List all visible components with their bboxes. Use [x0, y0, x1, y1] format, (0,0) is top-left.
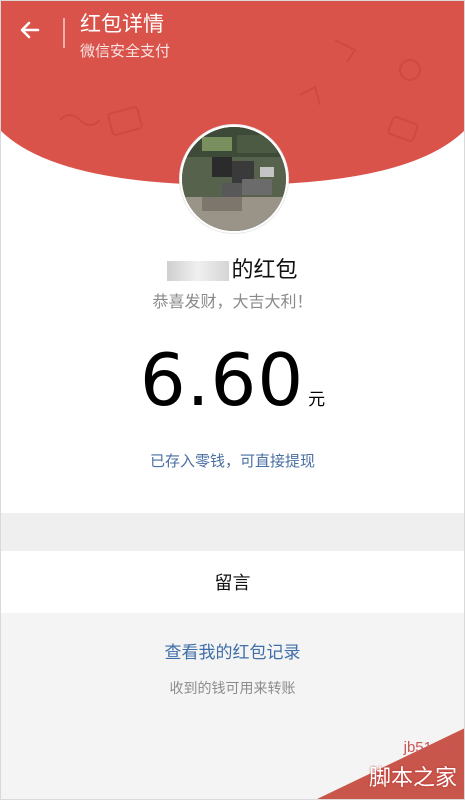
header-divider [63, 18, 65, 48]
watermark: jb51.net 脚本之家 [315, 728, 465, 800]
sender-avatar[interactable] [180, 125, 288, 233]
avatar-image [182, 127, 286, 231]
records-hint: 收到的钱可用来转账 [169, 681, 296, 697]
page-title: 红包详情 [80, 12, 164, 36]
amount-value: 6.60 [139, 338, 305, 422]
sender-suffix: 的红包 [231, 258, 298, 283]
arrow-left-icon [20, 21, 40, 39]
message-button[interactable]: 留言 [0, 551, 465, 613]
currency-unit: 元 [308, 390, 326, 410]
watermark-text: 脚本之家 [368, 766, 457, 791]
back-button[interactable] [18, 18, 52, 52]
watermark-site: jb51.net [403, 739, 457, 756]
stored-change-link[interactable]: 已存入零钱，可直接提现 [0, 450, 465, 471]
page-subtitle: 微信安全支付 [80, 42, 171, 60]
view-records-link[interactable]: 查看我的红包记录 [0, 638, 465, 663]
section-gap [0, 513, 465, 551]
blessing-text: 恭喜发财，大吉大利！ [152, 292, 313, 311]
amount-display: 6.60 元 [0, 338, 465, 422]
redacted-name [167, 261, 230, 281]
sender-name: 的红包 [0, 252, 465, 284]
